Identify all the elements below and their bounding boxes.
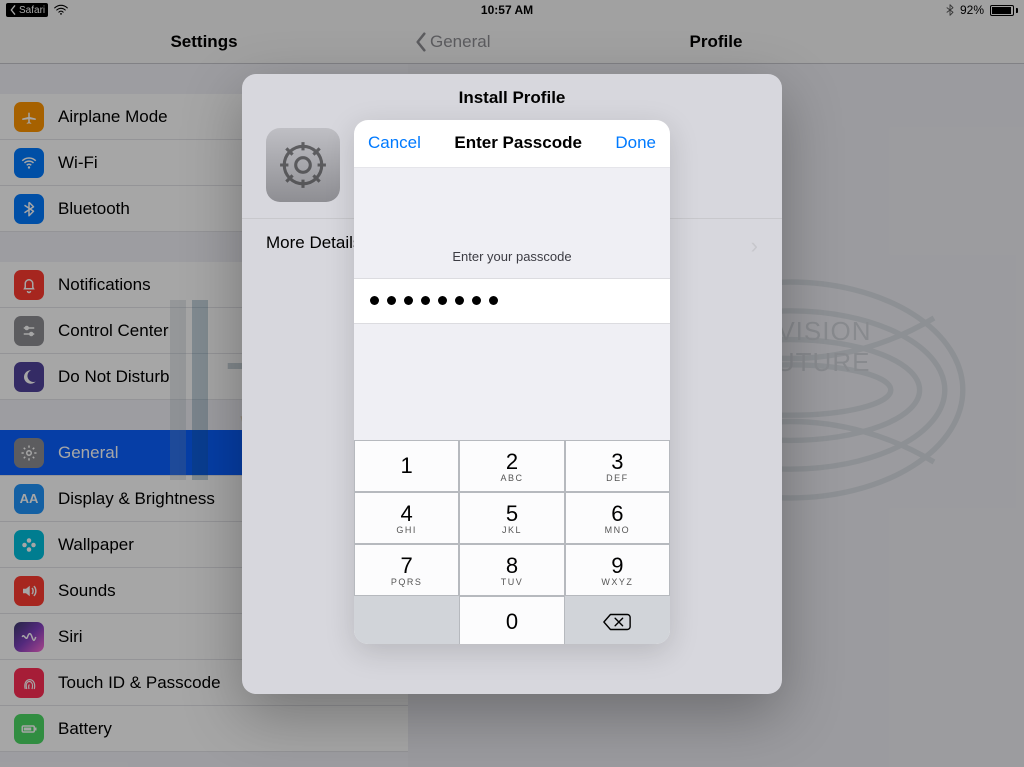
passcode-dot (421, 296, 430, 305)
keypad-6[interactable]: 6MNO (565, 492, 670, 544)
modal-overlay: Install Profile Signed by Description Co… (0, 0, 1024, 767)
keypad-5[interactable]: 5JKL (459, 492, 564, 544)
key-digit: 6 (611, 501, 623, 527)
key-digit: 3 (611, 449, 623, 475)
passcode-dot (472, 296, 481, 305)
numeric-keypad: 12ABC3DEF4GHI5JKL6MNO7PQRS8TUV9WXYZ0 (354, 440, 670, 644)
cancel-button[interactable]: Cancel (368, 133, 421, 153)
passcode-dot (455, 296, 464, 305)
passcode-field[interactable] (354, 278, 670, 324)
keypad-blank (354, 596, 459, 644)
keypad-0[interactable]: 0 (459, 596, 564, 644)
keypad-8[interactable]: 8TUV (459, 544, 564, 596)
chevron-right-icon: › (751, 233, 758, 259)
passcode-title: Enter Passcode (454, 133, 582, 153)
key-digit: 2 (506, 449, 518, 475)
passcode-dot (387, 296, 396, 305)
enter-passcode-sheet: Cancel Enter Passcode Done Enter your pa… (354, 120, 670, 644)
passcode-dot (404, 296, 413, 305)
key-letters: TUV (501, 577, 524, 587)
key-digit: 8 (506, 553, 518, 579)
key-digit: 0 (506, 609, 518, 635)
key-letters: JKL (502, 525, 522, 535)
key-digit: 5 (506, 501, 518, 527)
key-digit: 7 (401, 553, 413, 579)
install-profile-modal: Install Profile Signed by Description Co… (242, 74, 782, 694)
key-digit: 4 (401, 501, 413, 527)
key-letters: PQRS (391, 577, 423, 587)
keypad-2[interactable]: 2ABC (459, 440, 564, 492)
keypad-delete[interactable] (565, 596, 670, 644)
profile-gear-icon (266, 128, 340, 202)
key-digit: 1 (401, 453, 413, 479)
done-button[interactable]: Done (615, 133, 656, 153)
modal-title: Install Profile (242, 74, 782, 122)
key-letters: ABC (500, 473, 523, 483)
keypad-7[interactable]: 7PQRS (354, 544, 459, 596)
keypad-9[interactable]: 9WXYZ (565, 544, 670, 596)
keypad-4[interactable]: 4GHI (354, 492, 459, 544)
more-details-label: More Details (266, 233, 361, 252)
key-letters: GHI (396, 525, 417, 535)
key-letters: WXYZ (601, 577, 633, 587)
passcode-dot (489, 296, 498, 305)
key-letters: MNO (605, 525, 631, 535)
keypad-3[interactable]: 3DEF (565, 440, 670, 492)
passcode-dot (370, 296, 379, 305)
passcode-prompt: Enter your passcode (452, 249, 571, 264)
passcode-dot (438, 296, 447, 305)
backspace-icon (602, 612, 632, 632)
key-letters: DEF (606, 473, 629, 483)
keypad-1[interactable]: 1 (354, 440, 459, 492)
key-digit: 9 (611, 553, 623, 579)
gear-icon (278, 140, 328, 190)
